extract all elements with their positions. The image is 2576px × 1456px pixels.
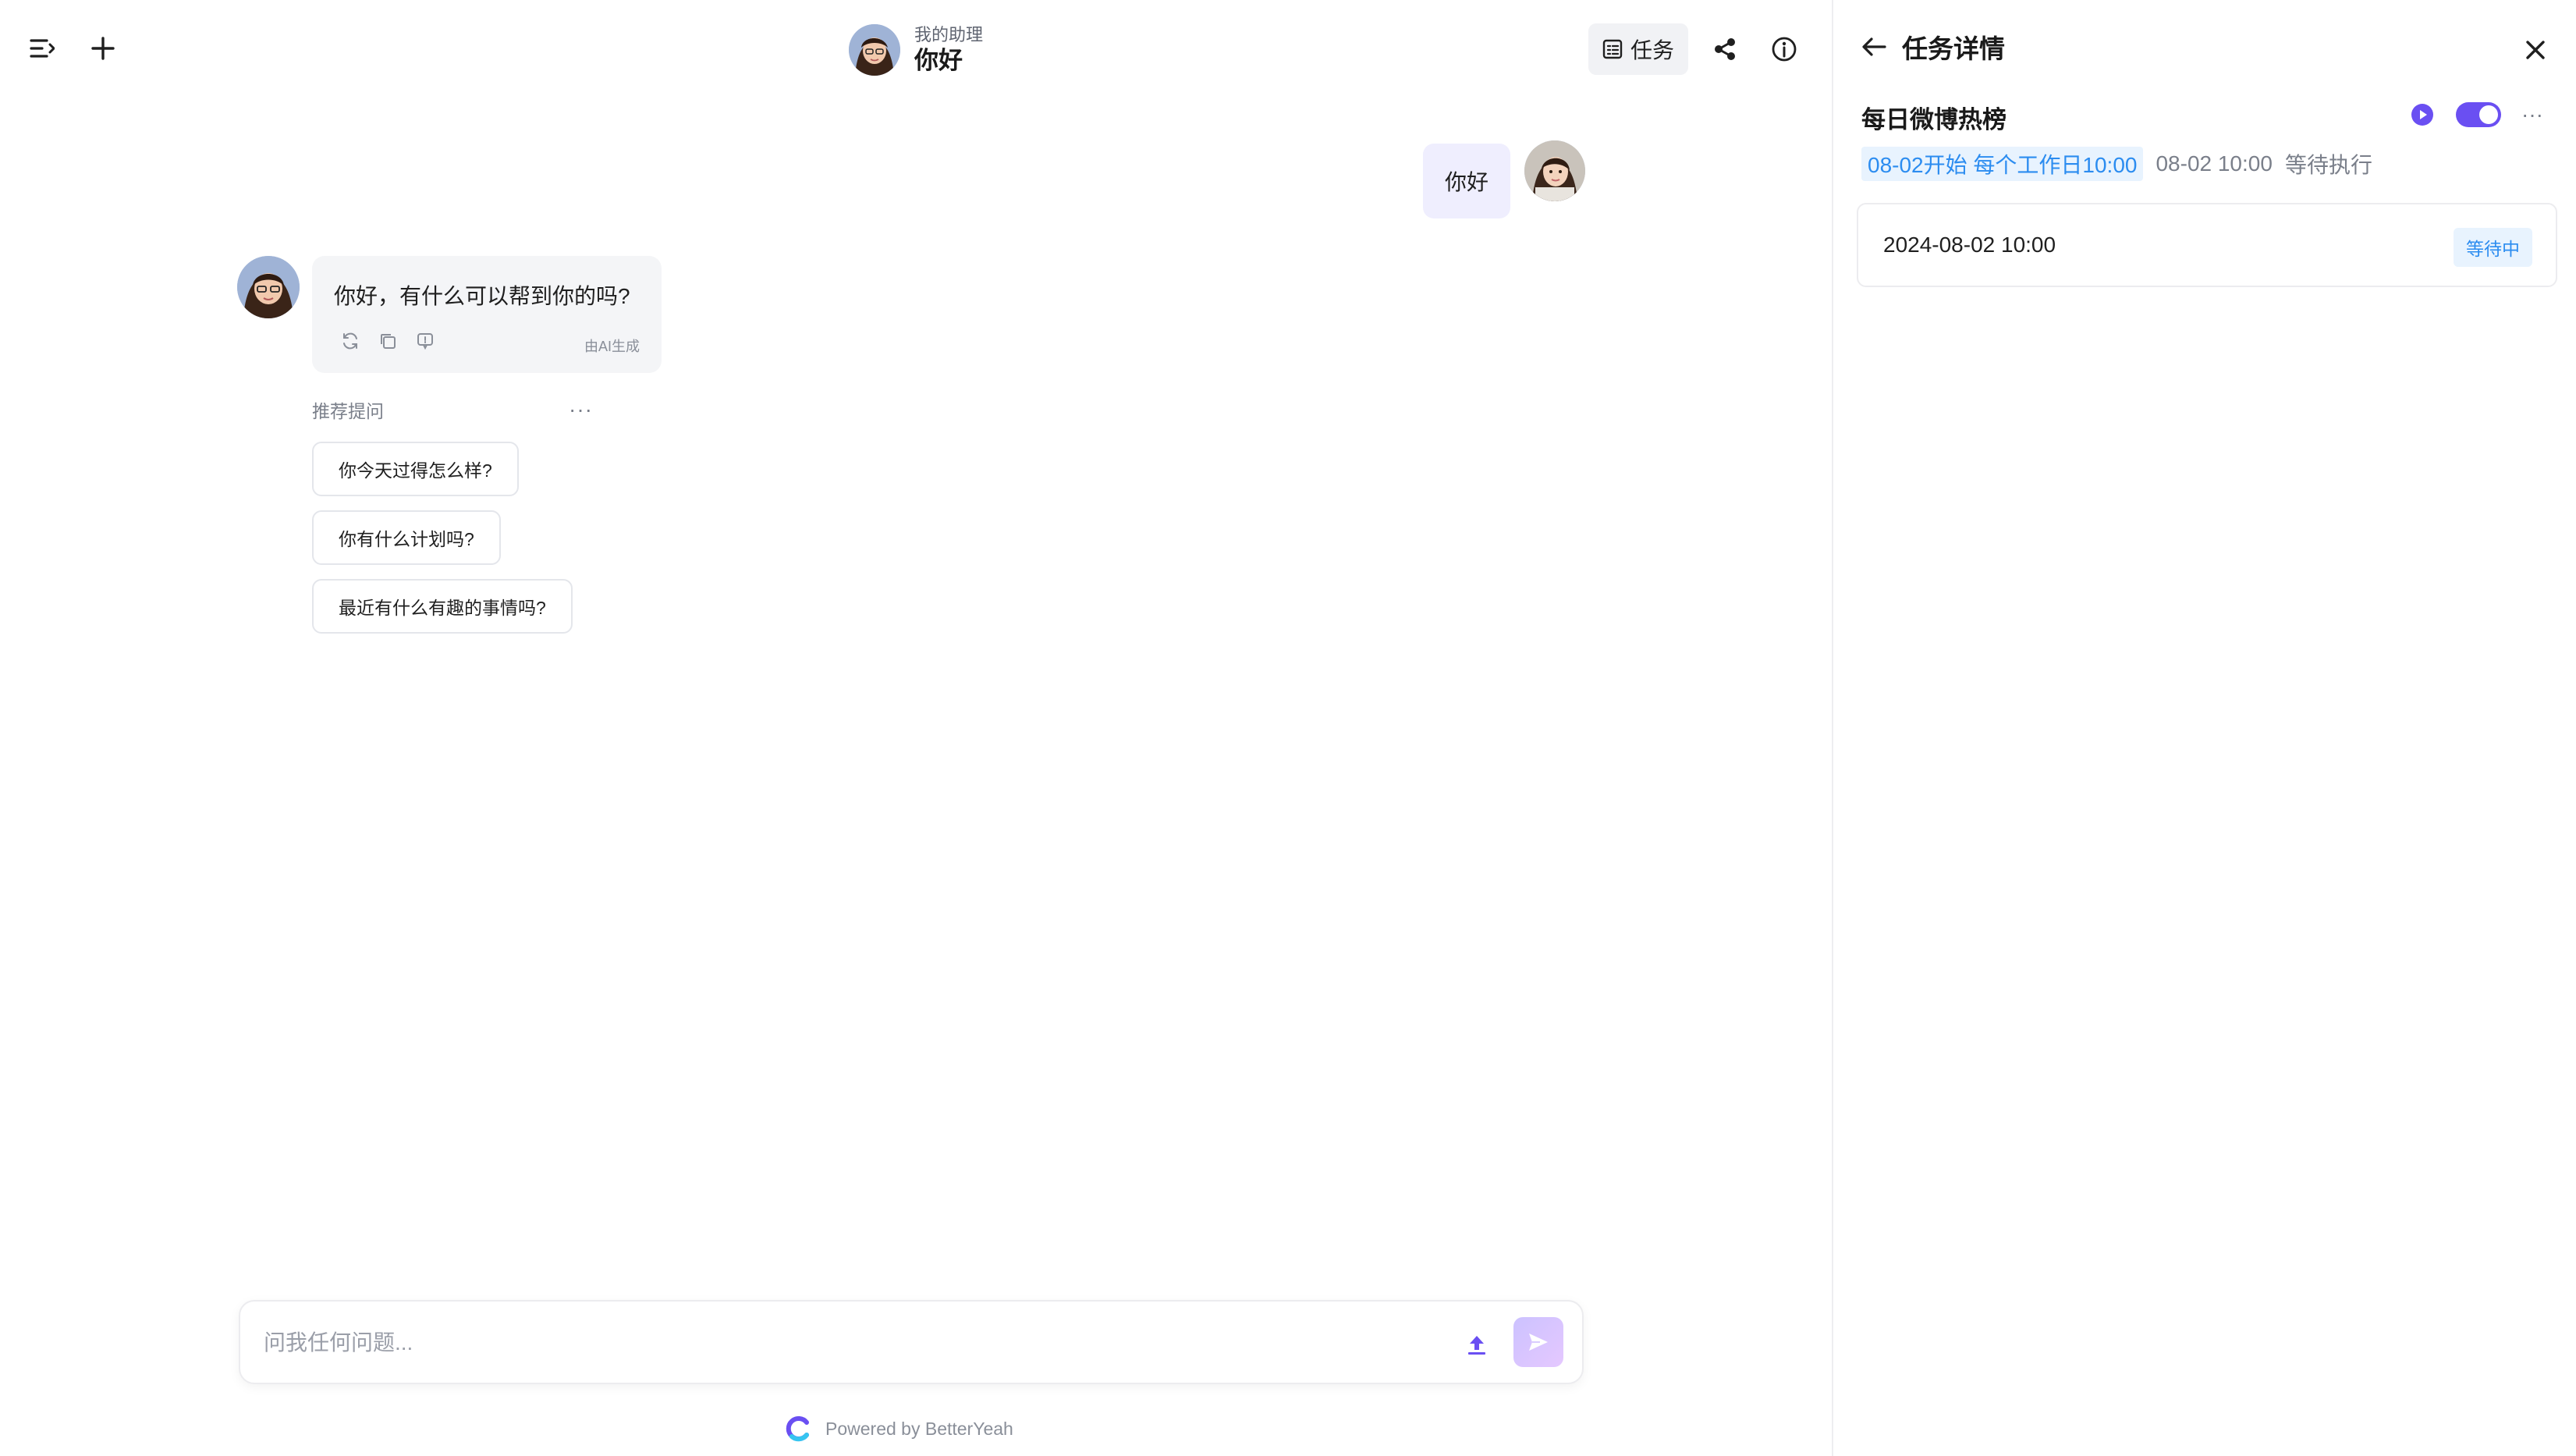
status-badge: 等待中 <box>2454 228 2532 267</box>
task-detail-header: 任务详情 <box>1860 28 2005 66</box>
betteryeah-logo-icon <box>786 1416 809 1442</box>
user-avatar <box>1524 140 1585 201</box>
suggestion-chip[interactable]: 你今天过得怎么样? <box>312 442 519 496</box>
task-more-button[interactable]: ··· <box>2521 104 2543 126</box>
assistant-avatar <box>849 24 900 76</box>
task-name: 每日微博热榜 <box>1861 106 2007 133</box>
bot-message-text: 你好，有什么可以帮到你的吗? <box>334 284 630 308</box>
info-icon[interactable] <box>1768 33 1801 66</box>
task-detail-pane: 任务详情 每日微博热榜 ··· 08-02开始 每个工作日10:00 08-02… <box>1833 0 2576 1456</box>
chat-input[interactable] <box>264 1320 1418 1365</box>
suggestions-more-button[interactable]: ··· <box>569 399 593 421</box>
upload-icon[interactable] <box>1457 1325 1496 1364</box>
copy-icon[interactable] <box>378 331 398 351</box>
chat-header: 我的助理 你好 <box>849 22 983 78</box>
regenerate-icon[interactable] <box>340 331 360 351</box>
user-message-row: 你好 <box>0 140 1832 226</box>
bot-message-bubble: 你好，有什么可以帮到你的吗? 由AI生成 <box>312 256 662 373</box>
next-run-time: 08-02 10:00 <box>2156 151 2273 176</box>
bot-message-actions <box>340 331 435 351</box>
task-button-label: 任务 <box>1630 38 1674 62</box>
task-controls: ··· <box>2409 101 2543 128</box>
task-status-text: 等待执行 <box>2284 153 2372 177</box>
play-icon[interactable] <box>2409 101 2436 128</box>
task-list-icon <box>1602 39 1623 59</box>
close-icon[interactable] <box>2520 34 2551 66</box>
send-button[interactable] <box>1513 1317 1563 1367</box>
suggestion-chip[interactable]: 你有什么计划吗? <box>312 510 501 565</box>
task-run-card[interactable]: 2024-08-02 10:00 等待中 <box>1857 203 2557 287</box>
run-time: 2024-08-02 10:00 <box>1883 233 2056 257</box>
schedule-tag: 08-02开始 每个工作日10:00 <box>1861 147 2144 181</box>
task-button[interactable]: 任务 <box>1588 23 1688 75</box>
chat-pane: 我的助理 你好 任务 你好 你好，有什么可以帮到你的吗? 由AI生成 推荐提问 … <box>0 0 1832 1456</box>
user-message-bubble: 你好 <box>1423 144 1510 218</box>
ai-generated-label: 由AI生成 <box>584 339 640 354</box>
bot-avatar <box>237 256 300 318</box>
powered-by: Powered by BetterYeah <box>785 1415 1013 1442</box>
suggestions-label: 推荐提问 <box>312 401 384 421</box>
task-detail-title: 任务详情 <box>1902 34 2005 63</box>
chat-title: 你好 <box>914 47 963 74</box>
back-arrow-icon[interactable] <box>1860 33 1888 61</box>
task-meta: 08-02开始 每个工作日10:00 08-02 10:00 等待执行 <box>1861 147 2372 181</box>
feedback-icon[interactable] <box>415 331 435 351</box>
share-icon[interactable] <box>1708 33 1741 66</box>
suggestion-chip[interactable]: 最近有什么有趣的事情吗? <box>312 579 573 634</box>
task-enable-toggle[interactable] <box>2456 102 2501 127</box>
powered-by-text: Powered by BetterYeah <box>825 1418 1013 1439</box>
suggestions-header: 推荐提问 ··· <box>312 396 593 423</box>
chat-input-box <box>239 1300 1584 1384</box>
send-icon <box>1529 1333 1548 1351</box>
assistant-subtitle: 我的助理 <box>914 25 984 44</box>
menu-icon[interactable] <box>27 33 58 64</box>
plus-icon[interactable] <box>87 33 119 64</box>
